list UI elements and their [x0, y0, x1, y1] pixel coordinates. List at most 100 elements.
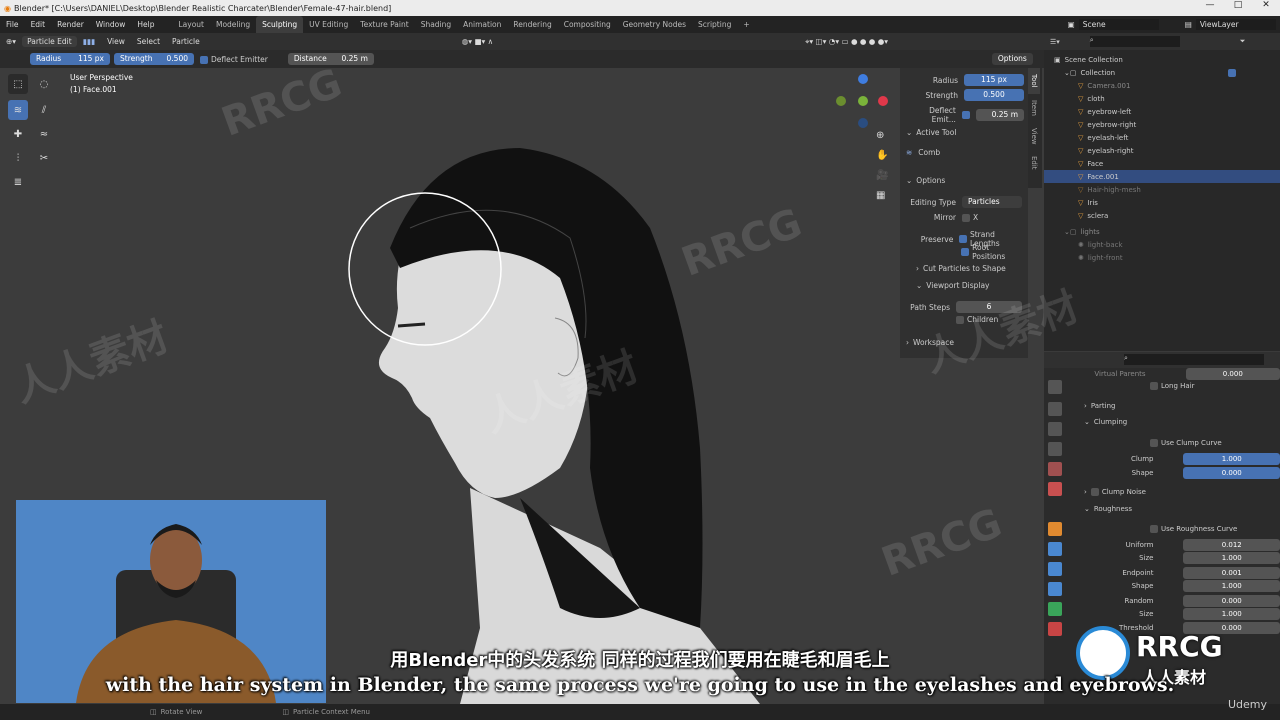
filter-icon[interactable]: ⏷ — [1240, 37, 1246, 46]
outliner-item[interactable]: ▽ cloth — [1044, 92, 1280, 105]
tool-props-tab[interactable] — [1048, 380, 1062, 394]
options-header[interactable]: ⌄ Options — [906, 176, 1024, 185]
parting-header[interactable]: › Parting — [1084, 402, 1280, 410]
tab-layout[interactable]: Layout — [172, 16, 210, 33]
cursor-tool-icon[interactable]: ◌ — [34, 74, 54, 94]
tab-sculpting[interactable]: Sculpting — [256, 16, 304, 33]
clump-noise-header[interactable]: › Clump Noise — [1084, 488, 1280, 496]
outliner-item[interactable]: ▽ eyelash-right — [1044, 144, 1280, 157]
menu-window[interactable]: Window — [90, 20, 132, 29]
use-clump-curve-checkbox[interactable] — [1150, 439, 1158, 447]
menu-edit[interactable]: Edit — [25, 20, 52, 29]
close-icon[interactable]: ✕ — [1252, 0, 1280, 10]
scene-props-tab[interactable] — [1048, 462, 1062, 476]
collection-checkbox[interactable] — [1228, 68, 1236, 77]
view-layer-field[interactable]: ViewLayer — [1195, 19, 1276, 30]
use-roughness-curve-checkbox[interactable] — [1150, 525, 1158, 533]
comb-tool-icon[interactable]: ≋ — [8, 100, 28, 120]
tab-animation[interactable]: Animation — [457, 16, 507, 33]
tab-modeling[interactable]: Modeling — [210, 16, 256, 33]
tab-rendering[interactable]: Rendering — [507, 16, 557, 33]
n-strength-field[interactable]: 0.500 — [964, 89, 1024, 101]
tab-compositing[interactable]: Compositing — [558, 16, 617, 33]
outliner-item[interactable]: ▽ eyelash-left — [1044, 131, 1280, 144]
menu-file[interactable]: File — [0, 20, 25, 29]
outliner-lights-collection[interactable]: ⌄▢ lights — [1044, 225, 1280, 238]
endpoint-shape-field[interactable]: 1.000 — [1183, 580, 1280, 592]
outliner-item[interactable]: ▽ eyebrow-right — [1044, 118, 1280, 131]
clump-shape-field[interactable]: 0.000 — [1183, 467, 1280, 479]
editing-type-select[interactable]: Particles — [962, 196, 1022, 208]
strength-field[interactable]: Strength 0.500 — [114, 53, 194, 65]
menu-particle[interactable]: Particle — [166, 37, 206, 46]
physics-props-tab[interactable] — [1048, 582, 1062, 596]
deflect-emitter-checkbox[interactable]: Deflect Emitter — [200, 55, 268, 64]
outliner-scene-collection[interactable]: ▣ Scene Collection — [1044, 53, 1280, 66]
long-hair-checkbox[interactable] — [1150, 382, 1158, 390]
data-props-tab[interactable] — [1048, 602, 1062, 616]
radius-field[interactable]: Radius 115 px — [30, 53, 110, 65]
random-field[interactable]: 0.000 — [1183, 595, 1280, 607]
smooth-tool-icon[interactable]: ⫽ — [34, 100, 54, 120]
outliner-item[interactable]: ▽ eyebrow-left — [1044, 105, 1280, 118]
outliner-item[interactable]: ▽ Camera.001 — [1044, 79, 1280, 92]
render-props-tab[interactable] — [1048, 402, 1062, 416]
scene-field[interactable]: Scene — [1078, 19, 1159, 30]
outliner-collection[interactable]: ⌄▢ Collection — [1044, 66, 1280, 79]
cut-tool-icon[interactable]: ✂ — [34, 148, 54, 168]
tab-geometry-nodes[interactable]: Geometry Nodes — [617, 16, 692, 33]
camera-icon[interactable]: 🎥 — [876, 170, 888, 181]
cut-particles-header[interactable]: › Cut Particles to Shape — [916, 264, 1034, 273]
add-workspace-icon[interactable]: + — [737, 16, 755, 33]
virtual-parents-field[interactable]: 0.000 — [1185, 368, 1280, 380]
outliner-search[interactable]: ⌕ — [1089, 36, 1180, 47]
viewport-display-header[interactable]: ⌄ Viewport Display — [916, 281, 1034, 290]
view-layer-props-tab[interactable] — [1048, 442, 1062, 456]
world-props-tab[interactable] — [1048, 482, 1062, 496]
viewport-gizmo-icons[interactable]: ⌖▾ ◫▾ ◔▾ ▭ ● ● ● ●▾ — [799, 37, 894, 47]
clumping-header[interactable]: ⌄ Clumping — [1084, 418, 1280, 426]
menu-select[interactable]: Select — [131, 37, 166, 46]
deflect-checkbox[interactable] — [961, 111, 970, 119]
properties-search[interactable]: ⌕ — [1124, 354, 1264, 365]
outliner-type-icon[interactable]: ☰▾ — [1050, 38, 1060, 46]
navigation-gizmo[interactable] — [836, 74, 892, 130]
object-props-tab[interactable] — [1048, 522, 1062, 536]
zoom-icon[interactable]: ⊕ — [876, 130, 884, 141]
minimize-icon[interactable]: — — [1196, 0, 1224, 10]
outliner-item[interactable]: ▽ sclera — [1044, 209, 1280, 222]
endpoint-field[interactable]: 0.001 — [1183, 567, 1280, 579]
editor-type-icon[interactable]: ⊕▾ — [0, 37, 22, 46]
select-mode-icons[interactable]: ▮▮▮ — [77, 37, 101, 46]
length-tool-icon[interactable]: ≈ — [34, 124, 54, 144]
strand-lengths-checkbox[interactable] — [959, 235, 967, 243]
particles-props-tab[interactable] — [1048, 562, 1062, 576]
select-tool-icon[interactable]: ⬚ — [8, 74, 28, 94]
mirror-x-checkbox[interactable] — [962, 213, 970, 222]
tab-tool[interactable]: Tool — [1028, 68, 1040, 94]
tab-texture-paint[interactable]: Texture Paint — [354, 16, 414, 33]
outliner-item[interactable]: ✺ light-back — [1044, 238, 1280, 251]
tab-item[interactable]: Item — [1028, 94, 1040, 122]
menu-view[interactable]: View — [101, 37, 131, 46]
outliner-item-selected[interactable]: ▽ Face.001 — [1044, 170, 1280, 183]
outliner-item[interactable]: ▽ Hair-high-mesh — [1044, 183, 1280, 196]
uniform-size-field[interactable]: 1.000 — [1183, 552, 1280, 564]
n-radius-field[interactable]: 115 px — [964, 74, 1024, 86]
weight-tool-icon[interactable]: ≣ — [8, 172, 28, 192]
active-tool-header[interactable]: ⌄ Active Tool — [906, 128, 1024, 137]
modifier-props-tab[interactable] — [1048, 542, 1062, 556]
outliner-item[interactable]: ✺ light-front — [1044, 251, 1280, 264]
transform-pivot-icon[interactable]: ◍▾ ■▾ ∧ — [456, 37, 499, 46]
tab-scripting[interactable]: Scripting — [692, 16, 737, 33]
add-tool-icon[interactable]: ✚ — [8, 124, 28, 144]
clump-field[interactable]: 1.000 — [1183, 453, 1280, 465]
uniform-field[interactable]: 0.012 — [1183, 539, 1280, 551]
options-dropdown[interactable]: Options — [991, 53, 1033, 65]
puff-tool-icon[interactable]: ⫶ — [8, 148, 28, 168]
comb-tool-row[interactable]: ≋ Comb — [906, 148, 1024, 157]
material-props-tab[interactable] — [1048, 622, 1062, 636]
menu-help[interactable]: Help — [131, 20, 160, 29]
roughness-header[interactable]: ⌄ Roughness — [1084, 505, 1280, 513]
outliner-item[interactable]: ▽ Face — [1044, 157, 1280, 170]
